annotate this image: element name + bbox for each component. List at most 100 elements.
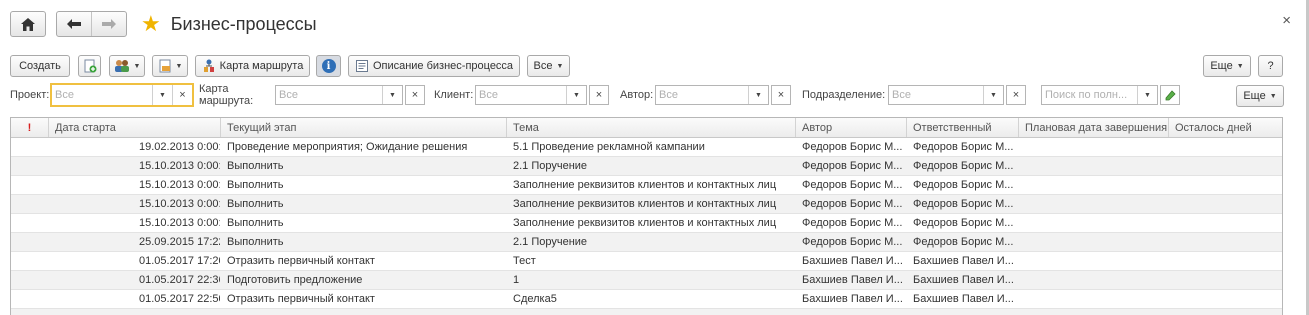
table-row[interactable]: 25.09.2015 17:22:25 Выполнить 2.1 Поручени…: [11, 233, 1282, 252]
route-map-clear-button[interactable]: ×: [405, 85, 425, 105]
chevron-down-icon[interactable]: ▼: [382, 86, 402, 104]
search-clear-button[interactable]: [1160, 85, 1180, 105]
current-stage-cell: Выполнить: [227, 217, 284, 229]
route-map-button[interactable]: Карта маршрута: [195, 55, 310, 77]
description-icon: [355, 60, 368, 72]
author-clear-button[interactable]: ×: [771, 85, 791, 105]
start-date-cell: 01.05.2017 22:36:21: [49, 271, 221, 289]
current-stage-cell: Выполнить: [227, 198, 284, 210]
route-map-filter[interactable]: Все ▼: [275, 85, 403, 105]
help-button[interactable]: ?: [1258, 55, 1283, 77]
current-stage-cell: Выполнить: [227, 236, 284, 248]
start-date-value: 15.10.2013 0:00:00: [139, 179, 221, 191]
table-row[interactable]: 15.10.2013 0:00:00 Выполнить Заполнение ре…: [11, 195, 1282, 214]
chevron-down-icon: ▼: [556, 62, 564, 70]
forward-button[interactable]: [91, 12, 126, 36]
star-icon[interactable]: ★: [141, 13, 161, 35]
table-header: ! Дата старта Текущий этап Тема Автор От…: [11, 118, 1282, 138]
start-date-value: 19.02.2013 0:00:00: [139, 141, 221, 153]
chevron-down-icon[interactable]: ▼: [748, 86, 768, 104]
current-stage-cell: Отразить первичный контакт: [227, 293, 375, 305]
days-left-cell: [1169, 214, 1282, 232]
page-title: Бизнес-процессы: [170, 13, 317, 34]
chevron-down-icon[interactable]: ▼: [1137, 86, 1157, 104]
chevron-down-icon: ▼: [175, 62, 183, 70]
author-cell: Федоров Борис М...: [802, 236, 903, 248]
importance-cell: [11, 157, 49, 175]
table-row[interactable]: 15.10.2013 0:00:00 Выполнить Заполнение ре…: [11, 176, 1282, 195]
document-menu-button[interactable]: ▼: [152, 55, 188, 77]
info-button[interactable]: i: [316, 55, 341, 77]
start-date-cell: 15.10.2013 0:00:00: [49, 157, 221, 175]
column-header-days-left[interactable]: Осталось дней: [1169, 118, 1282, 137]
responsible-cell: [907, 309, 1019, 315]
author-cell: Федоров Борис М...: [802, 179, 903, 191]
table-row[interactable]: 15.10.2013 0:00:00 Выполнить 2.1 Поручение…: [11, 157, 1282, 176]
chevron-down-icon: ▼: [1236, 62, 1244, 70]
importance-cell: [11, 309, 49, 315]
days-left-cell: [1169, 233, 1282, 251]
column-header-importance[interactable]: !: [11, 118, 49, 137]
chevron-down-icon[interactable]: ▼: [566, 86, 586, 104]
create-button[interactable]: Создать: [10, 55, 70, 77]
more-label: Еще: [1210, 60, 1233, 72]
column-header-current-stage[interactable]: Текущий этап: [221, 118, 507, 137]
start-date-value: 25.09.2015 17:22:25: [139, 236, 220, 248]
create-copy-button[interactable]: [78, 55, 101, 77]
topic-cell: Заполнение реквизитов клиентов и контакт…: [513, 179, 777, 191]
chevron-down-icon[interactable]: ▼: [983, 86, 1003, 104]
info-icon: i: [321, 59, 336, 73]
department-clear-button[interactable]: ×: [1006, 85, 1026, 105]
route-map-filter-label-line2: маршрута:: [199, 95, 254, 107]
eraser-icon: [1165, 90, 1176, 101]
days-left-cell: [1169, 195, 1282, 213]
client-filter[interactable]: Все ▼: [475, 85, 587, 105]
close-icon[interactable]: ×: [1282, 12, 1291, 29]
home-button[interactable]: [10, 11, 46, 37]
responsible-cell: Федоров Борис М...: [913, 179, 1014, 191]
column-header-responsible[interactable]: Ответственный: [907, 118, 1019, 137]
back-button[interactable]: [57, 12, 91, 36]
table-row[interactable]: 19.02.2013 0:00:00 Проведение мероприятия…: [11, 138, 1282, 157]
author-filter[interactable]: Все ▼: [655, 85, 769, 105]
table-row[interactable]: 01.05.2017 22:50:44 Отразить первичный ко…: [11, 290, 1282, 309]
chevron-down-icon[interactable]: ▼: [152, 85, 172, 105]
more-button[interactable]: Еще ▼: [1203, 55, 1251, 77]
search-placeholder: Поиск по полн...: [1045, 89, 1128, 101]
search-input[interactable]: Поиск по полн... ▼: [1041, 85, 1158, 105]
users-menu-button[interactable]: ▼: [109, 55, 145, 77]
all-filter-button[interactable]: Все ▼: [527, 55, 570, 77]
route-map-filter-value: Все: [279, 89, 298, 101]
clear-icon[interactable]: ×: [172, 85, 192, 105]
current-stage-cell: Проведение мероприятия; Ожидание решения: [227, 141, 468, 153]
author-cell: Бахшиев Павел И...: [802, 293, 903, 305]
table-row[interactable]: 01.05.2017 22:36:21 Подготовить предложен…: [11, 271, 1282, 290]
author-filter-label: Автор:: [620, 89, 654, 101]
topic-cell: 5.1 Проведение рекламной кампании: [513, 141, 705, 153]
department-filter[interactable]: Все ▼: [888, 85, 1004, 105]
back-forward-group: [56, 11, 127, 37]
project-filter[interactable]: Все ▼ ×: [50, 83, 194, 107]
table-row[interactable]: 01.05.2017 17:20:11 Отразить первичный ко…: [11, 252, 1282, 271]
topic-cell: Тест: [513, 255, 536, 267]
table-row[interactable]: [11, 309, 1282, 315]
days-left-cell: [1169, 271, 1282, 289]
business-process-table: ! Дата старта Текущий этап Тема Автор От…: [10, 117, 1283, 315]
column-header-author[interactable]: Автор: [796, 118, 907, 137]
column-header-planned-end-date[interactable]: Плановая дата завершения: [1019, 118, 1169, 137]
days-left-cell: [1169, 176, 1282, 194]
client-clear-button[interactable]: ×: [589, 85, 609, 105]
add-document-icon: [84, 59, 96, 73]
process-description-button[interactable]: Описание бизнес-процесса: [348, 55, 520, 77]
importance-cell: [11, 252, 49, 270]
column-header-topic[interactable]: Тема: [507, 118, 796, 137]
route-map-filter-label-line1: Карта: [199, 83, 229, 95]
users-icon: [114, 60, 129, 72]
current-stage-cell: Подготовить предложение: [227, 274, 363, 286]
planned-end-date-cell: [1019, 214, 1169, 232]
all-filter-label: Все: [533, 60, 553, 72]
start-date-cell: 15.10.2013 0:00:00: [49, 176, 221, 194]
table-row[interactable]: 15.10.2013 0:00:00 Выполнить Заполнение ре…: [11, 214, 1282, 233]
filter-more-button[interactable]: Еще ▼: [1236, 85, 1284, 107]
column-header-start-date[interactable]: Дата старта: [49, 118, 221, 137]
